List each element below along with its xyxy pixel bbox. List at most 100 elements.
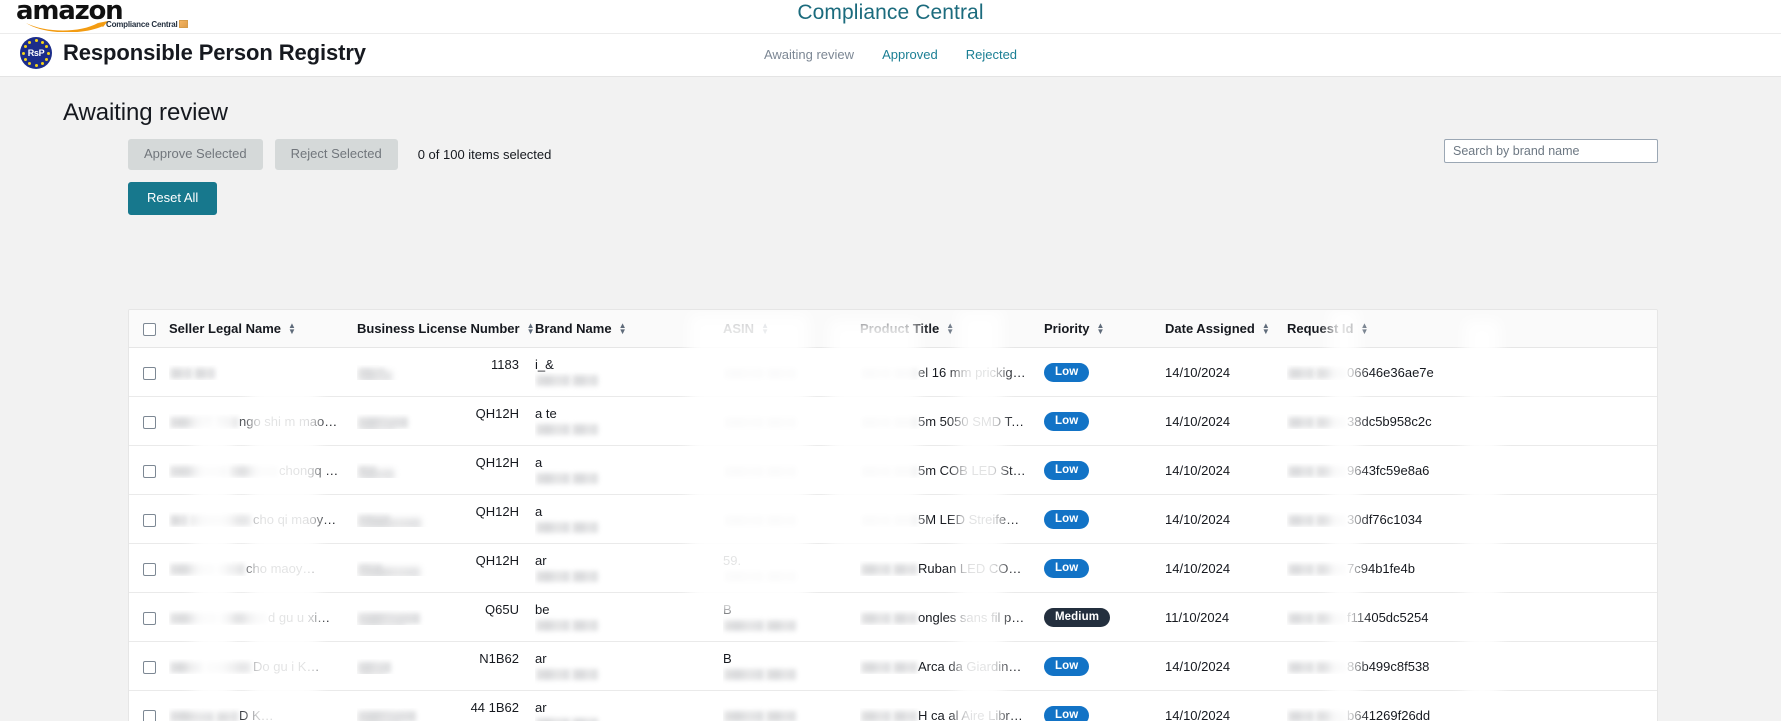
row-select-cell (129, 347, 169, 398)
cell-priority: Low (1044, 347, 1165, 398)
cell-text: 11/10/2024 (1165, 609, 1230, 625)
column-header-brand-name[interactable]: Brand Name ▲ ▼ (535, 310, 723, 349)
cell-date-assigned: 14/10/2024 (1165, 690, 1287, 721)
redacted-text (572, 522, 598, 534)
cell-text: ar (535, 553, 547, 569)
cell-text: i_& (535, 357, 554, 373)
cell-request-id: 7c94b1fe4b (1287, 543, 1657, 594)
cell-text: 86b499c8f538 (1347, 658, 1430, 674)
row-checkbox[interactable] (143, 415, 156, 429)
row-checkbox[interactable] (143, 709, 156, 721)
cell-date-assigned: 11/10/2024 (1165, 592, 1287, 643)
row-select-cell (129, 445, 169, 496)
redacted-text (861, 367, 891, 379)
cell-asin (723, 690, 860, 721)
reset-all-button[interactable]: Reset All (128, 182, 218, 215)
cell-text: cho maoy… (246, 560, 316, 576)
cell-date-assigned: 14/10/2024 (1165, 543, 1287, 594)
cell-business-license-number: QH12H (357, 396, 535, 447)
redacted-text (861, 465, 891, 477)
sort-icon[interactable]: ▲ ▼ (1097, 321, 1105, 335)
row-checkbox[interactable] (143, 513, 156, 527)
redacted-text (572, 620, 598, 632)
table-row[interactable]: Do gu i K… N1B62 ar B Arca da Giardino in Co… (129, 641, 1657, 692)
row-select-cell (129, 543, 169, 594)
cell-brand-name: a (535, 494, 723, 545)
redacted-text (170, 465, 226, 477)
table-row[interactable]: 1183 i_& el 16 mm prickig klänni… Low 14/10/… (129, 347, 1657, 398)
search-input[interactable] (1444, 139, 1658, 163)
row-checkbox[interactable] (143, 366, 156, 380)
redacted-text (359, 713, 401, 721)
cell-asin: B (723, 641, 860, 692)
cell-text: a (535, 455, 543, 471)
sort-icon[interactable]: ▲ ▼ (527, 321, 535, 335)
redacted-text (1316, 367, 1346, 379)
column-header-asin[interactable]: ASIN ▲ ▼ (723, 310, 860, 349)
sort-icon[interactable]: ▲ ▼ (1360, 321, 1369, 335)
priority-badge: Low (1044, 558, 1090, 578)
redacted-text (170, 612, 217, 624)
redacted-text (359, 370, 392, 380)
row-checkbox[interactable] (143, 611, 156, 625)
cell-text: 14/10/2024 (1165, 658, 1231, 674)
redacted-text (1288, 465, 1314, 477)
select-all-checkbox[interactable] (143, 323, 156, 337)
redacted-text (359, 517, 421, 527)
sort-icon[interactable]: ▲ ▼ (1262, 321, 1270, 335)
sort-icon[interactable]: ▲ ▼ (619, 321, 627, 335)
cell-business-license-number: Q65U (357, 592, 535, 643)
redacted-text (358, 661, 391, 674)
table-row[interactable]: d gu u xi… Q65U be Bongles sans fil pour… Me… (129, 592, 1657, 643)
redacted-text (359, 468, 394, 478)
table-row[interactable]: cho qi maoy… QH12H a 5M LED Streifen 24V… Lo… (129, 494, 1657, 545)
global-topbar: amazon Compliance Central Compliance Cen… (0, 0, 1781, 34)
redacted-text (724, 620, 764, 632)
rsp-badge-label: RsP (27, 48, 45, 58)
column-header-seller-legal-name[interactable]: Seller Legal Name ▲ ▼ (169, 310, 357, 349)
column-header-business-license-number[interactable]: Business License Number ▲ ▼ (357, 310, 535, 349)
row-checkbox[interactable] (143, 660, 156, 674)
cell-text: el 16 mm prickig klänni… (918, 364, 1036, 380)
cell-asin (723, 445, 860, 496)
row-checkbox[interactable] (143, 464, 156, 478)
cell-business-license-number: 44 1B62 (357, 690, 535, 721)
redacted-text (572, 669, 598, 681)
redacted-text (861, 710, 891, 721)
table-header-row: Seller Legal Name ▲ ▼ Business License Num… (129, 310, 1657, 349)
redacted-text (359, 615, 405, 625)
redacted-text (536, 473, 570, 485)
redacted-text (1316, 710, 1346, 721)
table-row[interactable]: ngo shi m maoy… QH12H a te 5m 5050 SMD Taśm… (129, 396, 1657, 447)
redacted-text (358, 514, 421, 527)
cell-text: 7c94b1fe4b (1347, 560, 1415, 576)
sort-icon[interactable]: ▲ ▼ (946, 321, 954, 335)
reject-selected-button[interactable]: Reject Selected (274, 139, 398, 170)
redacted-text (219, 612, 267, 624)
tab-awaiting-review[interactable]: Awaiting review (764, 47, 854, 62)
column-header-date-assigned[interactable]: Date Assigned ▲ ▼ (1165, 310, 1287, 349)
cell-request-id: f11405dc5254 (1287, 592, 1657, 643)
table-row[interactable]: cho maoy… QH12H ar 59. Ruban LED COB 12V … Lo… (129, 543, 1657, 594)
redacted-text (206, 661, 252, 673)
redacted-text (170, 661, 204, 673)
cell-priority: Low (1044, 543, 1165, 594)
table-row[interactable]: chongq n, m maoy… QH12H a 5m COB LED Strip … (129, 445, 1657, 496)
sort-icon[interactable]: ▲ ▼ (288, 321, 296, 335)
row-checkbox[interactable] (143, 562, 156, 576)
approve-selected-button[interactable]: Approve Selected (128, 139, 263, 170)
cell-text-tail: QH12H (475, 504, 519, 520)
cell-text: 14/10/2024 (1165, 707, 1231, 721)
cell-request-id: 38dc5b958c2c (1287, 396, 1657, 447)
row-select-cell (129, 690, 169, 721)
tab-approved[interactable]: Approved (882, 47, 938, 62)
cell-date-assigned: 14/10/2024 (1165, 396, 1287, 447)
column-header-product-title[interactable]: Product Title ▲ ▼ (860, 310, 1044, 349)
cell-text-tail: N1B62 (479, 651, 519, 667)
column-header-request-id[interactable]: Request Id ▲ ▼ (1287, 310, 1657, 349)
tab-rejected[interactable]: Rejected (966, 47, 1017, 62)
sort-icon[interactable]: ▲ ▼ (761, 321, 769, 335)
column-header-priority[interactable]: Priority ▲ ▼ (1044, 310, 1165, 349)
table-row[interactable]: D K… 44 1B62 ar H ca al Aire Libre de … Low 1… (129, 690, 1657, 721)
cell-text: Ruban LED COB 12V … (918, 560, 1036, 576)
